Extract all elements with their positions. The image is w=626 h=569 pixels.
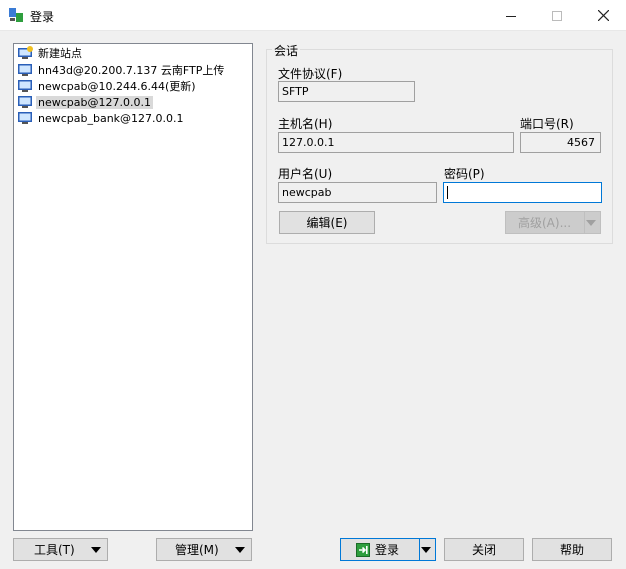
tree-item-label: newcpab_bank@127.0.0.1 [38,111,184,125]
winscp-app-icon [9,8,23,22]
protocol-label: 文件协议(F) [278,67,343,81]
port-input[interactable]: 4567 [520,132,601,153]
help-button-label: 帮助 [559,543,584,557]
new-site-icon [18,46,33,59]
chevron-down-icon [586,220,596,226]
tools-button-label: 工具(T) [34,543,75,557]
advanced-button-label: 高级(A)... [518,216,572,230]
text-caret [447,186,448,199]
minimize-icon [506,15,516,17]
computer-icon [18,80,32,92]
split-separator [584,212,585,233]
split-separator [419,539,420,560]
edit-button-label: 编辑(E) [306,216,348,230]
computer-icon [18,96,32,108]
password-label: 密码(P) [444,167,485,181]
session-group-title: 会话 [272,42,301,59]
chevron-down-icon [235,547,245,553]
tree-item-site[interactable]: hn43d@20.200.7.137 云南FTP上传 [17,62,226,78]
protocol-value: SFTP [282,85,309,98]
manage-button-label: 管理(M) [175,543,219,557]
login-button-label: 登录 [375,543,400,557]
login-button[interactable]: 登录 [340,538,436,561]
computer-icon [18,64,32,76]
chevron-down-icon[interactable] [421,547,431,553]
tree-item-site[interactable]: newcpab@10.244.6.44(更新) [17,78,198,94]
protocol-select[interactable]: SFTP [278,81,415,102]
chevron-down-icon [91,547,101,553]
close-window-button[interactable] [580,0,626,31]
maximize-icon [552,10,562,21]
close-icon [597,10,609,21]
host-value: 127.0.0.1 [282,136,335,149]
user-value: newcpab [282,186,332,199]
tree-item-new-site[interactable]: 新建站点 [17,45,84,61]
password-input[interactable] [443,182,602,203]
user-input[interactable]: newcpab [278,182,437,203]
tools-button[interactable]: 工具(T) [13,538,108,561]
tree-item-label: newcpab@10.244.6.44(更新) [38,80,196,93]
user-label: 用户名(U) [278,167,333,181]
computer-icon [18,112,32,124]
port-value: 4567 [567,136,595,149]
tree-item-label: 新建站点 [38,47,82,60]
help-button[interactable]: 帮助 [532,538,612,561]
manage-button[interactable]: 管理(M) [156,538,252,561]
tree-item-site[interactable]: newcpab_bank@127.0.0.1 [17,110,186,126]
login-icon [356,542,370,557]
tree-item-label: newcpab@127.0.0.1 [36,95,153,109]
site-tree[interactable]: 新建站点 hn43d@20.200.7.137 云南FTP上传 newcpab@… [13,43,253,531]
edit-button[interactable]: 编辑(E) [279,211,375,234]
tree-item-label: hn43d@20.200.7.137 云南FTP上传 [38,64,225,77]
close-button-label: 关闭 [471,543,496,557]
window-title: 登录 [30,10,55,24]
maximize-button [534,0,580,31]
title-bar: 登录 [0,0,626,31]
tree-item-site-selected[interactable]: newcpab@127.0.0.1 [17,94,153,110]
host-label: 主机名(H) [278,117,333,131]
advanced-button[interactable]: 高级(A)... [505,211,601,234]
host-input[interactable]: 127.0.0.1 [278,132,514,153]
port-label: 端口号(R) [520,117,574,131]
minimize-button[interactable] [488,0,534,31]
close-button[interactable]: 关闭 [444,538,524,561]
